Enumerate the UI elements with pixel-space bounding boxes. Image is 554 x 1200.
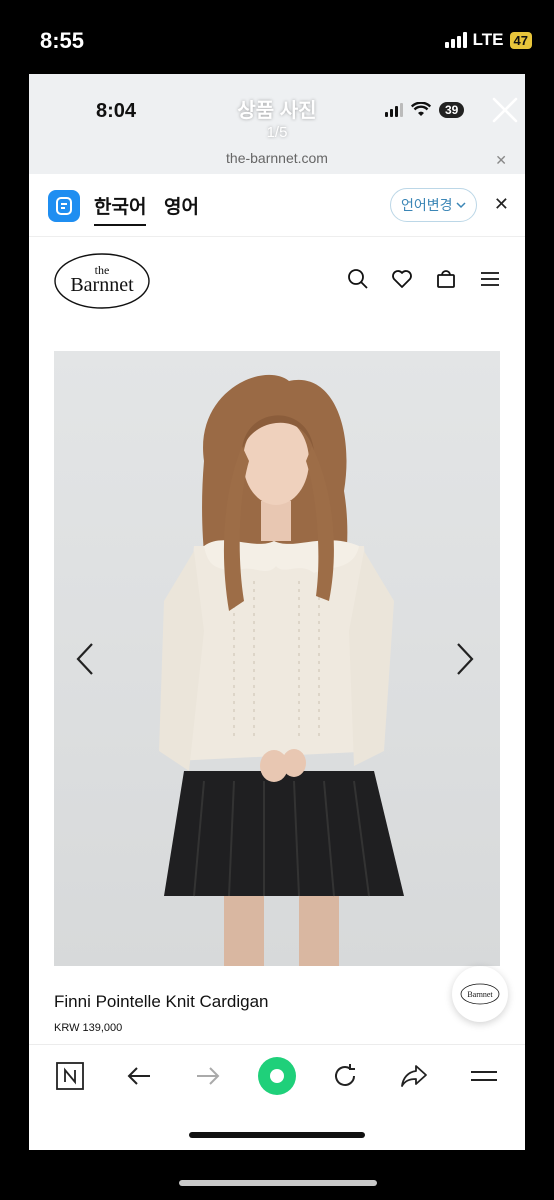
bag-icon[interactable] <box>435 268 457 290</box>
menu-icon[interactable] <box>479 270 501 288</box>
outer-status-bar: 8:55 LTE 47 <box>0 0 554 75</box>
naver-icon <box>56 1062 84 1090</box>
outer-status-icons: LTE 47 <box>444 30 532 50</box>
forward-button[interactable] <box>191 1059 225 1093</box>
browser-toolbar <box>29 1044 525 1107</box>
floating-logo-text: Barnnet <box>467 990 493 999</box>
back-button[interactable] <box>122 1059 156 1093</box>
product-name: Finni Pointelle Knit Cardigan <box>54 992 269 1011</box>
outer-time: 8:55 <box>40 28 85 53</box>
battery-icon: 47 <box>509 31 532 49</box>
translate-close-icon[interactable]: ✕ <box>494 194 509 215</box>
viewer-title: 상품 사진 <box>237 100 317 122</box>
inner-home-indicator <box>189 1132 365 1138</box>
product-image[interactable] <box>54 351 500 966</box>
barnnet-logo[interactable]: the Barnnet <box>53 252 151 310</box>
inner-status-bar: 8:04 39 상품 사진 1/5 the-barnnet.com ✕ <box>29 74 525 174</box>
reload-icon <box>335 1064 355 1086</box>
browser-menu-icon <box>471 1071 497 1081</box>
network-label: LTE <box>472 30 504 49</box>
outer-home-indicator <box>179 1180 377 1186</box>
heart-icon[interactable] <box>391 269 413 289</box>
floating-logo-button[interactable]: Barnnet <box>452 966 508 1022</box>
share-icon <box>401 1065 427 1087</box>
chevron-left-icon[interactable] <box>75 642 95 676</box>
screenshot-card: 8:04 39 상품 사진 1/5 the-barnnet.com ✕ 한국어 … <box>29 74 525 1150</box>
forward-icon <box>197 1067 220 1085</box>
naver-home-button[interactable] <box>53 1059 87 1093</box>
green-dot-button[interactable] <box>257 1056 297 1096</box>
green-circle-icon <box>258 1057 296 1095</box>
translate-bar: 한국어 영어 언어변경 ✕ <box>29 174 525 237</box>
reload-button[interactable] <box>328 1059 362 1093</box>
viewer-counter: 1/5 <box>266 124 288 141</box>
site-header: the Barnnet <box>29 236 525 336</box>
browser-menu-button[interactable] <box>467 1059 501 1093</box>
chevron-down-icon <box>456 202 466 209</box>
header-icons <box>347 268 501 290</box>
tab-korean[interactable]: 한국어 <box>94 192 147 226</box>
url-text[interactable]: the-barnnet.com <box>29 150 525 166</box>
signal-icon <box>444 32 467 48</box>
url-close-icon[interactable]: ✕ <box>495 152 507 169</box>
language-change-label: 언어변경 <box>401 197 453 213</box>
language-change-button[interactable]: 언어변경 <box>390 188 477 222</box>
floating-logo-icon: Barnnet <box>460 983 500 1005</box>
chevron-right-icon[interactable] <box>455 642 475 676</box>
logo-text-main: Barnnet <box>70 274 134 296</box>
tab-english[interactable]: 영어 <box>164 192 199 219</box>
product-price: KRW 139,000 <box>54 1022 123 1034</box>
papago-icon[interactable] <box>48 190 80 222</box>
viewer-close-icon[interactable] <box>489 94 521 126</box>
back-icon <box>127 1067 150 1085</box>
product-photo-illustration <box>159 374 404 966</box>
search-icon[interactable] <box>347 268 369 290</box>
share-button[interactable] <box>397 1059 431 1093</box>
